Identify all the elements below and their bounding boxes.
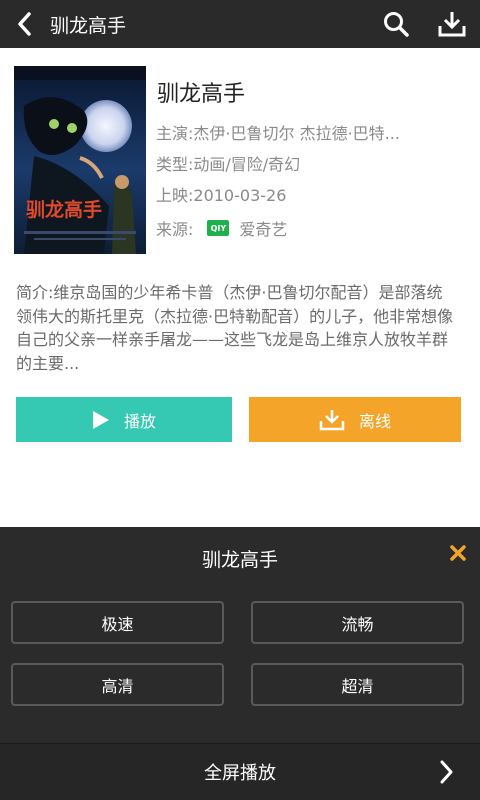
quality-option-super[interactable]: 超清 — [251, 663, 464, 706]
movie-poster[interactable]: 驯龙高手 — [14, 66, 146, 254]
offline-download-button[interactable]: 离线 — [249, 397, 461, 442]
quality-option-smooth[interactable]: 流畅 — [251, 601, 464, 644]
fullscreen-label: 全屏播放 — [204, 763, 276, 784]
iqiyi-logo-icon: QIY — [207, 220, 230, 236]
panel-title: 驯龙高手 — [201, 549, 278, 571]
back-button[interactable] — [0, 0, 48, 48]
download-icon — [438, 12, 466, 37]
movie-cast: 主演:杰伊·巴鲁切尔 杰拉德·巴特... — [156, 124, 400, 143]
fullscreen-play-button[interactable]: 全屏播放 — [0, 743, 480, 800]
chevron-right-icon — [440, 760, 454, 789]
close-icon — [450, 545, 466, 561]
offline-label: 离线 — [358, 411, 391, 431]
quality-panel: 驯龙高手 极速 流畅 高清 超清 全屏播放 — [0, 527, 480, 800]
download-icon — [319, 409, 345, 431]
movie-release: 上映:2010-03-26 — [156, 186, 287, 205]
page-title: 驯龙高手 — [50, 14, 127, 37]
play-label: 播放 — [123, 411, 156, 431]
play-icon — [92, 410, 110, 430]
play-button[interactable]: 播放 — [16, 397, 232, 442]
movie-description[interactable]: 简介:维京岛国的少年希卡普（杰伊·巴鲁切尔配音）是部落统领伟大的斯托里克（杰拉德… — [16, 281, 456, 375]
back-icon — [18, 12, 31, 36]
download-button[interactable] — [424, 0, 480, 48]
movie-type: 类型:动画/冒险/奇幻 — [156, 155, 301, 174]
quality-option-fastest[interactable]: 极速 — [11, 601, 224, 644]
quality-option-high[interactable]: 高清 — [11, 663, 224, 706]
source-name: 爱奇艺 — [239, 220, 288, 239]
poster-title: 驯龙高手 — [26, 198, 102, 221]
close-button[interactable] — [446, 541, 470, 565]
source-label: 来源: — [156, 220, 194, 239]
top-bar: 驯龙高手 — [0, 0, 480, 48]
movie-source: 来源: QIY 爱奇艺 — [156, 216, 287, 240]
search-button[interactable] — [368, 0, 424, 48]
movie-info: 驯龙高手 驯龙高手 主演:杰伊·巴鲁切尔 杰拉德·巴特... 类型:动画/冒险/… — [0, 48, 480, 528]
movie-title: 驯龙高手 — [157, 82, 246, 107]
search-icon — [384, 12, 409, 37]
